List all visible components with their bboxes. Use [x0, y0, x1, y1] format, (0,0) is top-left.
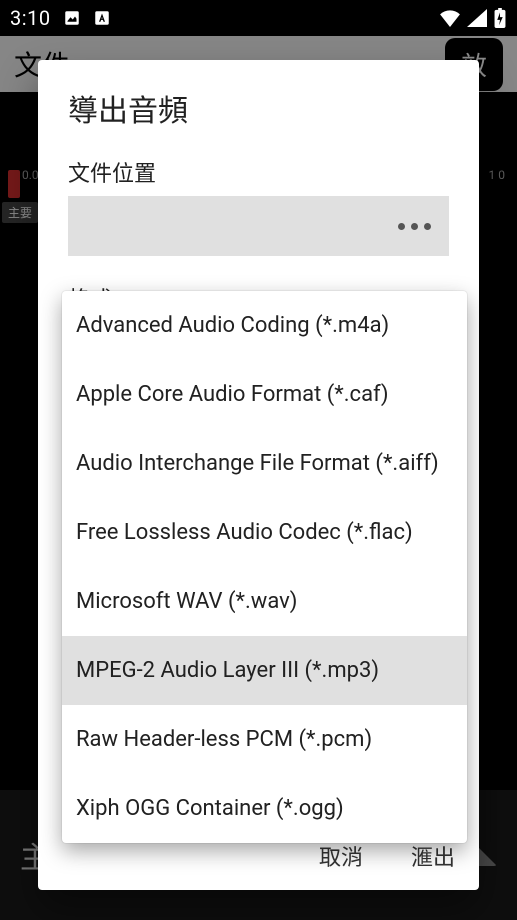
format-option-ogg[interactable]: Xiph OGG Container (*.ogg) — [62, 774, 467, 843]
format-option-aiff[interactable]: Audio Interchange File Format (*.aiff) — [62, 429, 467, 498]
status-right — [439, 8, 507, 28]
format-option-m4a[interactable]: Advanced Audio Coding (*.m4a) — [62, 291, 467, 360]
screen: 3:10 文件 效 0.00 1 0 — [0, 0, 517, 920]
status-left: 3:10 — [10, 6, 111, 30]
file-location-label: 文件位置 — [68, 156, 449, 188]
format-option-flac[interactable]: Free Lossless Audio Codec (*.flac) — [62, 498, 467, 567]
format-option-caf[interactable]: Apple Core Audio Format (*.caf) — [62, 360, 467, 429]
wifi-icon — [439, 9, 461, 27]
battery-icon — [493, 8, 507, 28]
signal-icon — [467, 9, 487, 27]
status-bar: 3:10 — [0, 0, 517, 36]
dialog-title: 導出音頻 — [68, 86, 449, 130]
status-time: 3:10 — [10, 6, 51, 30]
badge-a-icon — [93, 9, 111, 27]
format-dropdown-popup: Advanced Audio Coding (*.m4a) Apple Core… — [62, 291, 467, 843]
file-location-input[interactable] — [68, 196, 449, 256]
format-option-wav[interactable]: Microsoft WAV (*.wav) — [62, 567, 467, 636]
more-horizontal-icon[interactable] — [398, 223, 431, 230]
format-option-pcm[interactable]: Raw Header-less PCM (*.pcm) — [62, 705, 467, 774]
picture-icon — [63, 9, 81, 27]
format-option-mp3[interactable]: MPEG-2 Audio Layer III (*.mp3) — [62, 636, 467, 705]
